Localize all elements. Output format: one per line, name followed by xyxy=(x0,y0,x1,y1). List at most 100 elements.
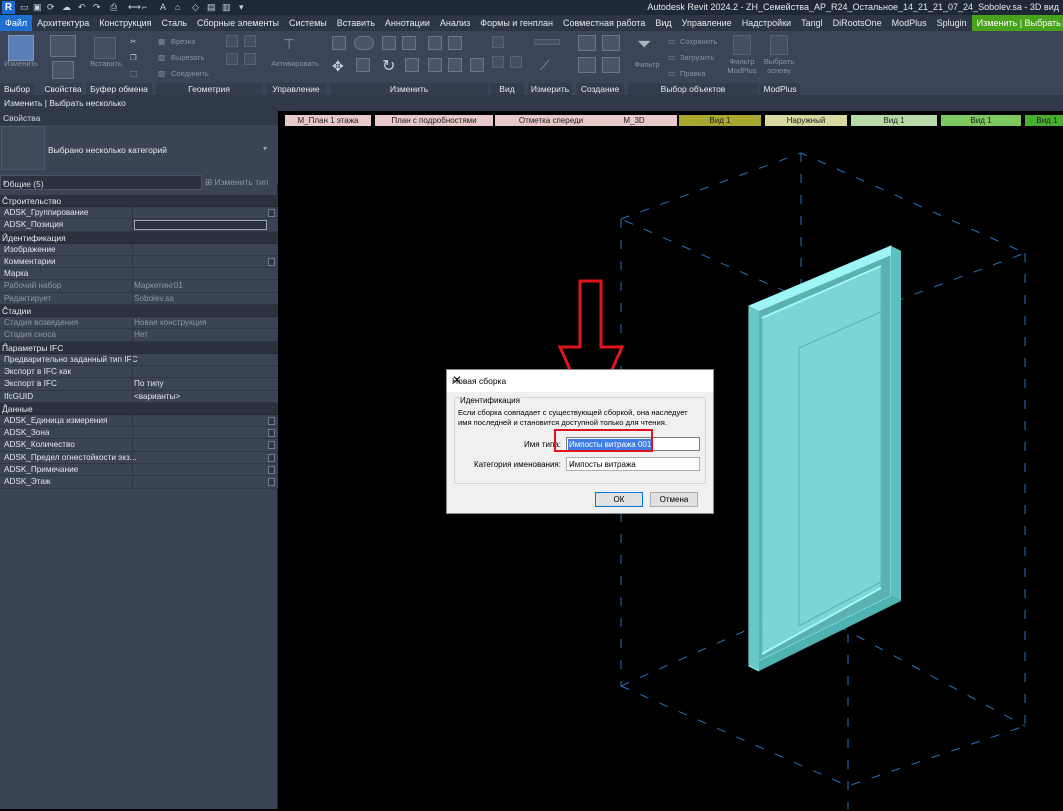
edit-button-icon[interactable] xyxy=(268,478,275,487)
edit-type-button[interactable]: ⊞ Изменить тип xyxy=(205,177,268,188)
align-icon[interactable] xyxy=(332,36,346,50)
property-row[interactable]: ADSK_Зона xyxy=(0,427,278,440)
property-group-header[interactable]: Строительство ⌃ xyxy=(0,195,278,207)
collapse-icon[interactable]: ⌃ xyxy=(2,342,274,351)
match-type-icon[interactable]: ⬚ xyxy=(130,69,137,78)
view-tab[interactable]: Наружный xyxy=(765,115,847,126)
cope-icon[interactable]: ▦ xyxy=(158,37,165,46)
ribbon-tab[interactable]: Сборные элементы xyxy=(192,15,284,31)
cancel-button[interactable]: Отмена xyxy=(650,492,698,507)
open-icon[interactable]: ▭ xyxy=(20,2,29,13)
linework-icon[interactable] xyxy=(510,56,522,68)
group-measure-label[interactable]: Измерить xyxy=(528,83,572,95)
category-filter-dropdown[interactable]: Общие (5) ▾ xyxy=(0,175,202,190)
collapse-icon[interactable]: ⌃ xyxy=(2,305,274,314)
save-icon[interactable]: ▣ xyxy=(33,2,42,13)
paste-button[interactable]: Вставить xyxy=(86,59,126,68)
revit-logo[interactable]: R xyxy=(2,1,15,14)
rotate-icon[interactable]: ↻ xyxy=(382,56,395,76)
property-group-header[interactable]: Данные ⌃ xyxy=(0,402,278,415)
save-selection-button[interactable]: Сохранить xyxy=(680,37,717,46)
ribbon-tab[interactable]: Вставить xyxy=(332,15,380,31)
paste-icon[interactable] xyxy=(94,37,116,59)
save-selection-icon[interactable]: ▭ xyxy=(668,37,675,46)
text-icon[interactable]: A xyxy=(160,2,166,13)
ribbon-tab[interactable]: Совместная работа xyxy=(558,15,650,31)
property-row[interactable]: Экспорт в IFC По типу xyxy=(0,378,278,391)
edit-selection-button[interactable]: Правка xyxy=(680,69,705,78)
view-tab[interactable]: Вид 1 xyxy=(1025,115,1063,126)
view-tab[interactable]: План с подробностями xyxy=(375,115,493,126)
ok-button[interactable]: ОК xyxy=(595,492,643,507)
view-tab[interactable]: М_3D xyxy=(591,115,677,126)
properties-icon[interactable] xyxy=(50,35,76,57)
geometry-tool2-icon[interactable] xyxy=(244,35,256,47)
cope-button[interactable]: Врезка xyxy=(171,37,195,46)
create-assembly-icon[interactable] xyxy=(578,35,596,51)
filter-button[interactable]: Фильтр xyxy=(630,60,664,69)
qa-dropdown-icon[interactable]: ▾ xyxy=(239,2,244,13)
ribbon-tab[interactable]: Архитектура xyxy=(32,15,94,31)
copy-icon[interactable]: ❐ xyxy=(130,53,137,62)
mirror-axis-icon[interactable] xyxy=(382,36,396,50)
activate-icon[interactable]: ⊤ xyxy=(283,36,295,53)
property-row[interactable]: ADSK_Количество xyxy=(0,439,278,452)
property-row[interactable]: Предварительно заданный тип IFC xyxy=(0,353,278,366)
property-row[interactable]: IfcGUID <варианты> xyxy=(0,390,278,403)
section-icon[interactable]: ◇ xyxy=(192,2,199,13)
view-tab[interactable]: Вид 1 xyxy=(851,115,937,126)
override-icon[interactable] xyxy=(492,56,504,68)
array-icon[interactable] xyxy=(428,58,442,72)
edit-button-icon[interactable] xyxy=(268,466,275,475)
property-row[interactable]: ADSK_Предел огнестойкости экз... xyxy=(0,451,278,465)
view-tab[interactable]: Вид 1 xyxy=(941,115,1021,126)
property-group-header[interactable]: Идентификация ⌃ xyxy=(0,231,278,244)
mirror-draw-icon[interactable] xyxy=(402,36,416,50)
property-row[interactable]: Изображение xyxy=(0,243,278,256)
edit-button-icon[interactable] xyxy=(268,429,275,438)
dimension-icon[interactable]: ⌐ xyxy=(142,2,147,13)
property-row[interactable]: ADSK_Группирование xyxy=(0,207,278,220)
print-icon[interactable]: ⎙ xyxy=(110,2,117,13)
pin-icon[interactable] xyxy=(470,58,484,72)
edit-button-icon[interactable] xyxy=(268,257,275,266)
ribbon-tab[interactable]: ModPlus xyxy=(887,15,932,31)
join-icon[interactable]: ▨ xyxy=(158,69,165,78)
measure-distance-icon[interactable] xyxy=(534,39,560,45)
filter-icon[interactable]: ⏷ xyxy=(637,34,651,55)
ribbon-tab[interactable]: Аннотации xyxy=(380,15,435,31)
property-row[interactable]: Рабочий набор Маркетинг01 xyxy=(0,280,278,293)
activate-button[interactable]: Активировать xyxy=(266,59,324,68)
ribbon-tab[interactable]: DiRootsOne xyxy=(828,15,887,31)
modplus-filter-icon[interactable] xyxy=(733,35,751,55)
trim-icon[interactable] xyxy=(405,58,419,72)
hide-icon[interactable] xyxy=(492,36,504,48)
chevron-down-icon[interactable]: ▾ xyxy=(263,144,267,153)
view-tab[interactable]: Вид 1 xyxy=(679,115,761,126)
collapse-icon[interactable]: ⌃ xyxy=(2,195,274,204)
type-properties-icon[interactable] xyxy=(52,61,74,79)
properties-header[interactable]: Свойства xyxy=(0,111,278,125)
scale-icon[interactable] xyxy=(448,58,462,72)
ribbon-tab[interactable]: Формы и генплан xyxy=(475,15,558,31)
edit-button-icon[interactable] xyxy=(268,209,275,217)
geometry-tool4-icon[interactable] xyxy=(244,53,256,65)
property-row[interactable]: Стадия сноса Нет xyxy=(0,329,278,342)
dimension-tool-icon[interactable]: ⟋ xyxy=(540,57,550,74)
join-button[interactable]: Соединить xyxy=(171,69,209,78)
create-similar-icon[interactable] xyxy=(602,57,620,73)
select-host-button[interactable]: Выбрать основу xyxy=(760,57,798,75)
property-row[interactable]: Экспорт в IFC как xyxy=(0,365,278,379)
cut-clipboard-icon[interactable]: ✂ xyxy=(130,37,136,46)
edit-button-icon[interactable] xyxy=(268,453,275,462)
edit-button-icon[interactable] xyxy=(268,441,275,450)
3d-view-icon[interactable]: ⌂ xyxy=(175,2,180,13)
property-row[interactable]: Марка xyxy=(0,268,278,281)
split-gap-icon[interactable] xyxy=(448,36,462,50)
switch-windows-icon[interactable]: ▥ xyxy=(222,2,231,13)
cut-button[interactable]: Вырезать xyxy=(171,53,204,62)
redo-icon[interactable]: ↷ xyxy=(93,2,101,13)
ribbon-tab[interactable]: Системы xyxy=(284,15,332,31)
ribbon-tab[interactable]: Конструкция xyxy=(94,15,156,31)
ribbon-tab[interactable]: Надстройки xyxy=(737,15,796,31)
